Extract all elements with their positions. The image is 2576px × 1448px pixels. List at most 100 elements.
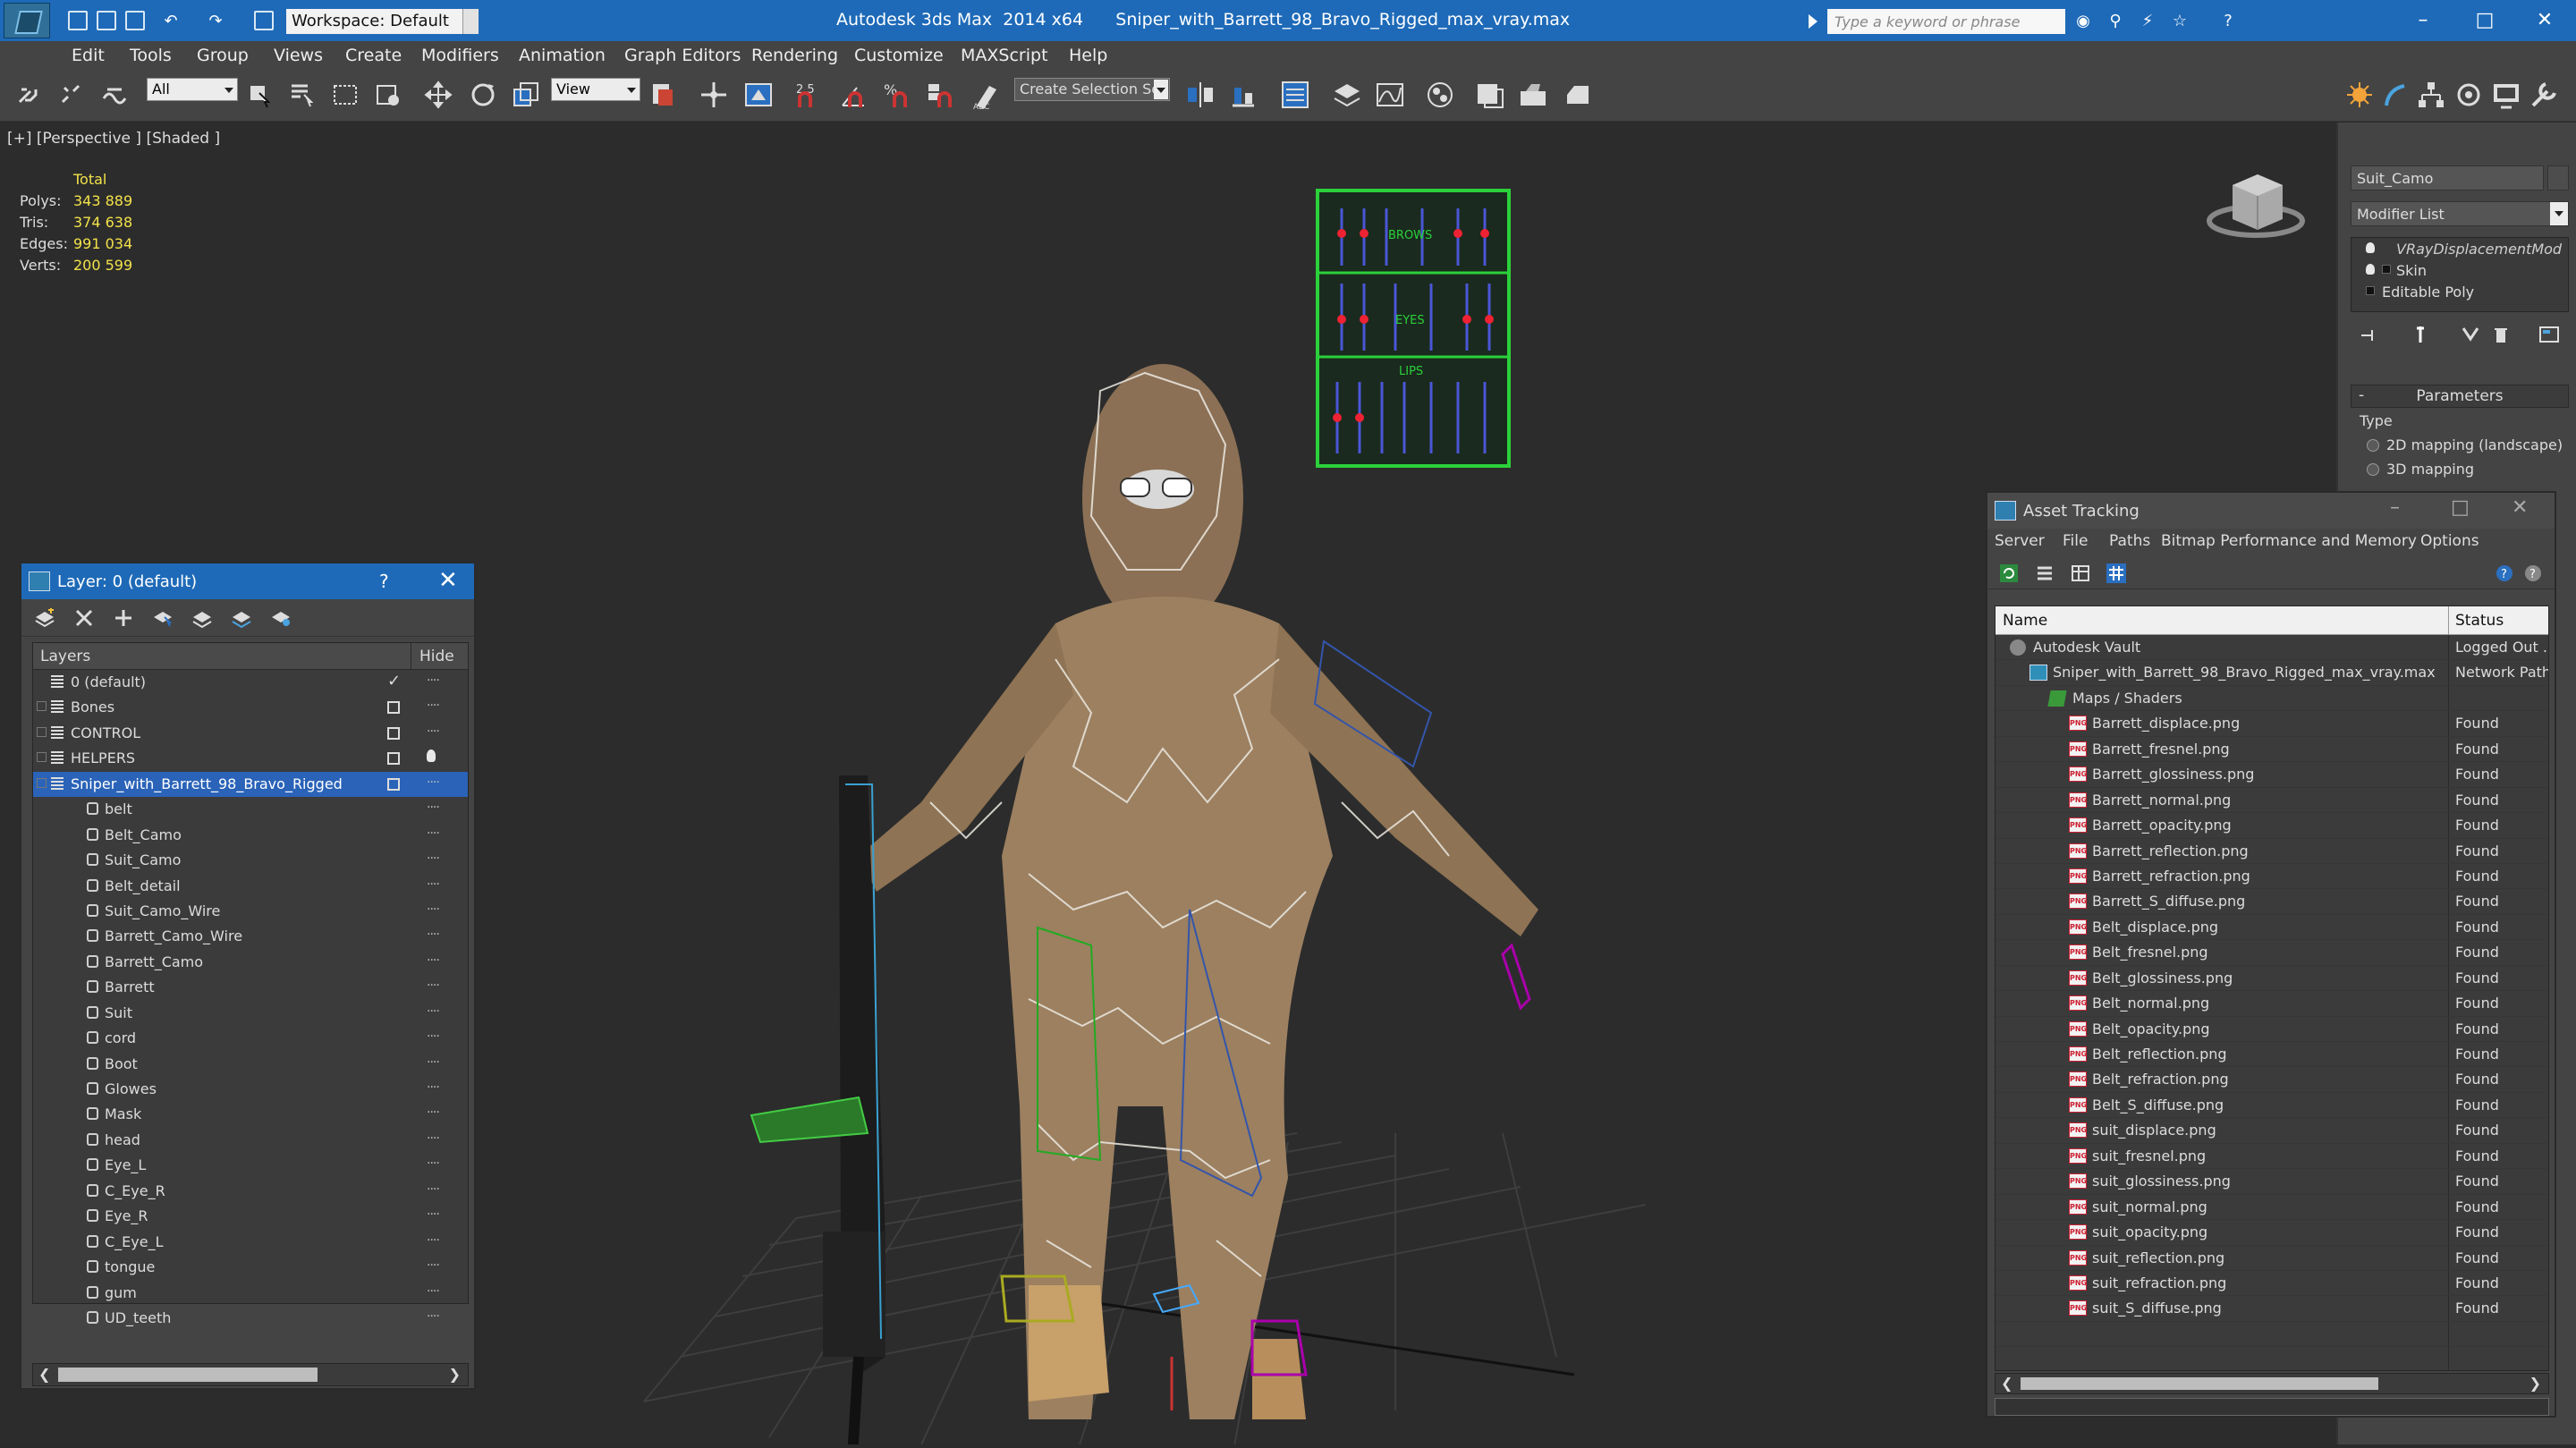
- asset-row[interactable]: PNG suit_displace.png Found: [1996, 1118, 2548, 1144]
- layer-object-row[interactable]: UD_teeth ····: [33, 1306, 468, 1331]
- help-icon[interactable]: ?: [2494, 563, 2515, 584]
- hide-state-dots[interactable]: ····: [427, 1258, 440, 1273]
- column-status[interactable]: Status: [2455, 612, 2504, 630]
- select-and-rotate-icon[interactable]: [467, 79, 499, 111]
- hide-state-dots[interactable]: ····: [427, 800, 440, 815]
- object-name-field[interactable]: Suit_Camo: [2351, 165, 2544, 191]
- asset-row[interactable]: PNG suit_normal.png Found: [1996, 1194, 2548, 1221]
- percent-snap-icon[interactable]: %: [880, 79, 912, 111]
- toggle-layer-explorer-icon[interactable]: [1331, 79, 1363, 111]
- menu-customize[interactable]: Customize: [854, 46, 944, 65]
- radio-2d-mapping[interactable]: 2D mapping (landscape): [2367, 436, 2563, 453]
- delete-layer-icon[interactable]: [73, 608, 95, 628]
- spinner-snap-icon[interactable]: [923, 79, 955, 111]
- create-layer-icon[interactable]: [34, 608, 55, 628]
- link-icon[interactable]: [13, 79, 45, 111]
- asset-row[interactable]: PNG Barrett_displace.png Found: [1996, 711, 2548, 737]
- asset-row[interactable]: PNG Belt_refraction.png Found: [1996, 1067, 2548, 1093]
- search-input[interactable]: Type a keyword or phrase: [1827, 9, 2065, 34]
- menu-help[interactable]: Help: [1069, 46, 1107, 65]
- redo-icon[interactable]: ↷: [206, 13, 225, 30]
- hide-state-dots[interactable]: ····: [427, 1156, 440, 1171]
- layer-object-row[interactable]: gum ····: [33, 1281, 468, 1306]
- search-expand-icon[interactable]: [1809, 14, 1818, 29]
- menu-create[interactable]: Create: [345, 46, 402, 65]
- radio-3d-mapping[interactable]: 3D mapping: [2367, 461, 2474, 478]
- new-file-icon[interactable]: [68, 11, 88, 30]
- bind-spacewarp-icon[interactable]: [98, 79, 131, 111]
- stack-item-skin[interactable]: Skin: [2351, 259, 2568, 281]
- asset-row[interactable]: PNG Barrett_glossiness.png Found: [1996, 762, 2548, 788]
- snaps-toggle-icon[interactable]: 2.5: [792, 79, 825, 111]
- layer-object-row[interactable]: Boot ····: [33, 1052, 468, 1077]
- window-crossing-icon[interactable]: [372, 79, 404, 111]
- asset-menu-server[interactable]: Server: [1995, 532, 2045, 550]
- expand-toggle-icon[interactable]: [37, 777, 47, 788]
- hide-state-dots[interactable]: ····: [427, 1080, 440, 1095]
- hide-state-dots[interactable]: ····: [427, 1182, 440, 1197]
- column-layers[interactable]: Layers: [40, 648, 90, 665]
- add-to-layer-icon[interactable]: [113, 608, 134, 628]
- layer-row[interactable]: Bones ····: [33, 695, 468, 720]
- lightbulb-icon[interactable]: [427, 749, 436, 763]
- asset-row[interactable]: PNG suit_glossiness.png Found: [1996, 1169, 2548, 1195]
- menu-modifiers[interactable]: Modifiers: [421, 46, 499, 65]
- hierarchy-tab-icon[interactable]: [2415, 79, 2447, 111]
- hide-state-dots[interactable]: ····: [427, 699, 440, 713]
- named-selection-set-select[interactable]: Create Selection Se: [1014, 78, 1170, 101]
- asset-row[interactable]: PNG suit_opacity.png Found: [1996, 1220, 2548, 1246]
- asset-menu-file[interactable]: File: [2063, 532, 2088, 550]
- scroll-right-icon[interactable]: ❯: [2529, 1375, 2541, 1392]
- display-tab-icon[interactable]: [2490, 79, 2522, 111]
- expand-toggle-icon[interactable]: [37, 726, 47, 737]
- asset-row[interactable]: PNG Belt_normal.png Found: [1996, 991, 2548, 1017]
- context-help-icon[interactable]: ?: [2522, 563, 2544, 584]
- column-name[interactable]: Name: [2003, 612, 2047, 630]
- layer-object-row[interactable]: Barrett ····: [33, 975, 468, 1000]
- asset-row[interactable]: Autodesk Vault Logged Out ...: [1996, 635, 2548, 661]
- hide-state-dots[interactable]: ····: [427, 1055, 440, 1070]
- asset-row[interactable]: PNG Barrett_refraction.png Found: [1996, 863, 2548, 890]
- open-file-icon[interactable]: [97, 11, 116, 30]
- hide-state-dots[interactable]: ····: [427, 1029, 440, 1044]
- help-button[interactable]: ?: [379, 571, 389, 592]
- hide-state-dots[interactable]: ····: [427, 1207, 440, 1222]
- menu-edit[interactable]: Edit: [72, 46, 105, 65]
- save-file-icon[interactable]: [125, 11, 145, 30]
- maximize-window-button[interactable]: □: [2453, 4, 2516, 38]
- layer-object-row[interactable]: Suit ····: [33, 1001, 468, 1026]
- layer-object-row[interactable]: Belt_detail ····: [33, 874, 468, 899]
- asset-row[interactable]: PNG Belt_opacity.png Found: [1996, 1016, 2548, 1042]
- layer-object-row[interactable]: Eye_R ····: [33, 1204, 468, 1229]
- keyboard-shortcut-override-icon[interactable]: [742, 79, 775, 111]
- pin-stack-icon[interactable]: [2360, 325, 2381, 344]
- object-color-swatch[interactable]: [2547, 165, 2569, 191]
- scroll-left-icon[interactable]: ❮: [38, 1366, 50, 1383]
- scroll-thumb[interactable]: [58, 1368, 318, 1382]
- hide-toggle[interactable]: [387, 777, 400, 791]
- project-folder-icon[interactable]: [254, 11, 274, 30]
- unlink-icon[interactable]: [55, 79, 88, 111]
- align-icon[interactable]: [1227, 79, 1259, 111]
- modifier-list-select[interactable]: Modifier List: [2351, 201, 2569, 226]
- hide-state-dots[interactable]: ····: [427, 1309, 440, 1324]
- menu-maxscript[interactable]: MAXScript: [961, 46, 1048, 65]
- asset-row[interactable]: PNG Barrett_S_diffuse.png Found: [1996, 889, 2548, 915]
- layer-row[interactable]: CONTROL ····: [33, 721, 468, 746]
- hide-state-dots[interactable]: ····: [427, 953, 440, 968]
- select-and-scale-icon[interactable]: [510, 79, 542, 111]
- asset-row[interactable]: PNG Belt_displace.png Found: [1996, 914, 2548, 941]
- layer-row[interactable]: HELPERS: [33, 746, 468, 771]
- select-layer-icon[interactable]: [191, 608, 213, 629]
- hide-state-dots[interactable]: ····: [427, 978, 440, 993]
- layer-row[interactable]: 0 (default) ✓ ····: [33, 670, 468, 695]
- layer-object-row[interactable]: Suit_Camo ····: [33, 848, 468, 873]
- asset-tracking-titlebar[interactable]: Asset Tracking – □ ✕: [1987, 493, 2555, 529]
- select-by-name-icon[interactable]: [286, 79, 318, 111]
- table-view-icon[interactable]: [2070, 563, 2091, 584]
- hide-state-dots[interactable]: ····: [427, 1284, 440, 1299]
- expand-box-icon[interactable]: [2366, 286, 2375, 295]
- asset-row[interactable]: PNG Barrett_opacity.png Found: [1996, 813, 2548, 839]
- angle-snap-icon[interactable]: [837, 79, 869, 111]
- help-icon[interactable]: ?: [2218, 13, 2238, 30]
